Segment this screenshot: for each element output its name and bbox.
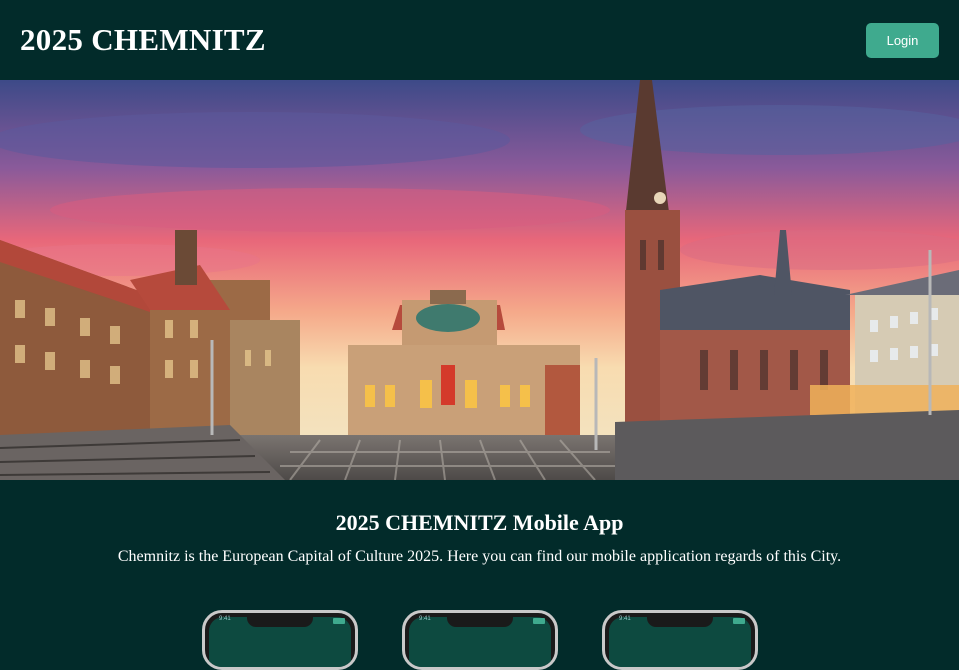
battery-icon <box>533 618 545 624</box>
phone-time: 9:41 <box>219 616 231 622</box>
top-header: 2025 CHEMNITZ Login <box>0 0 959 80</box>
app-section-title: 2025 CHEMNITZ Mobile App <box>335 510 624 535</box>
app-section-description: Chemnitz is the European Capital of Cult… <box>117 548 842 565</box>
hero-image <box>0 80 959 480</box>
hero-illustration <box>0 80 959 480</box>
phone-mockup: 9:41 <box>402 610 558 670</box>
phone-time: 9:41 <box>419 616 431 622</box>
battery-icon <box>333 618 345 624</box>
phone-mockup: 9:41 <box>202 610 358 670</box>
phone-time: 9:41 <box>619 616 631 622</box>
phone-mockup: 9:41 <box>602 610 758 670</box>
login-button[interactable]: Login <box>866 23 939 58</box>
phone-notch <box>447 613 513 627</box>
phone-notch <box>647 613 713 627</box>
battery-icon <box>733 618 745 624</box>
phone-notch <box>247 613 313 627</box>
brand-title[interactable]: 2025 CHEMNITZ <box>20 22 266 58</box>
